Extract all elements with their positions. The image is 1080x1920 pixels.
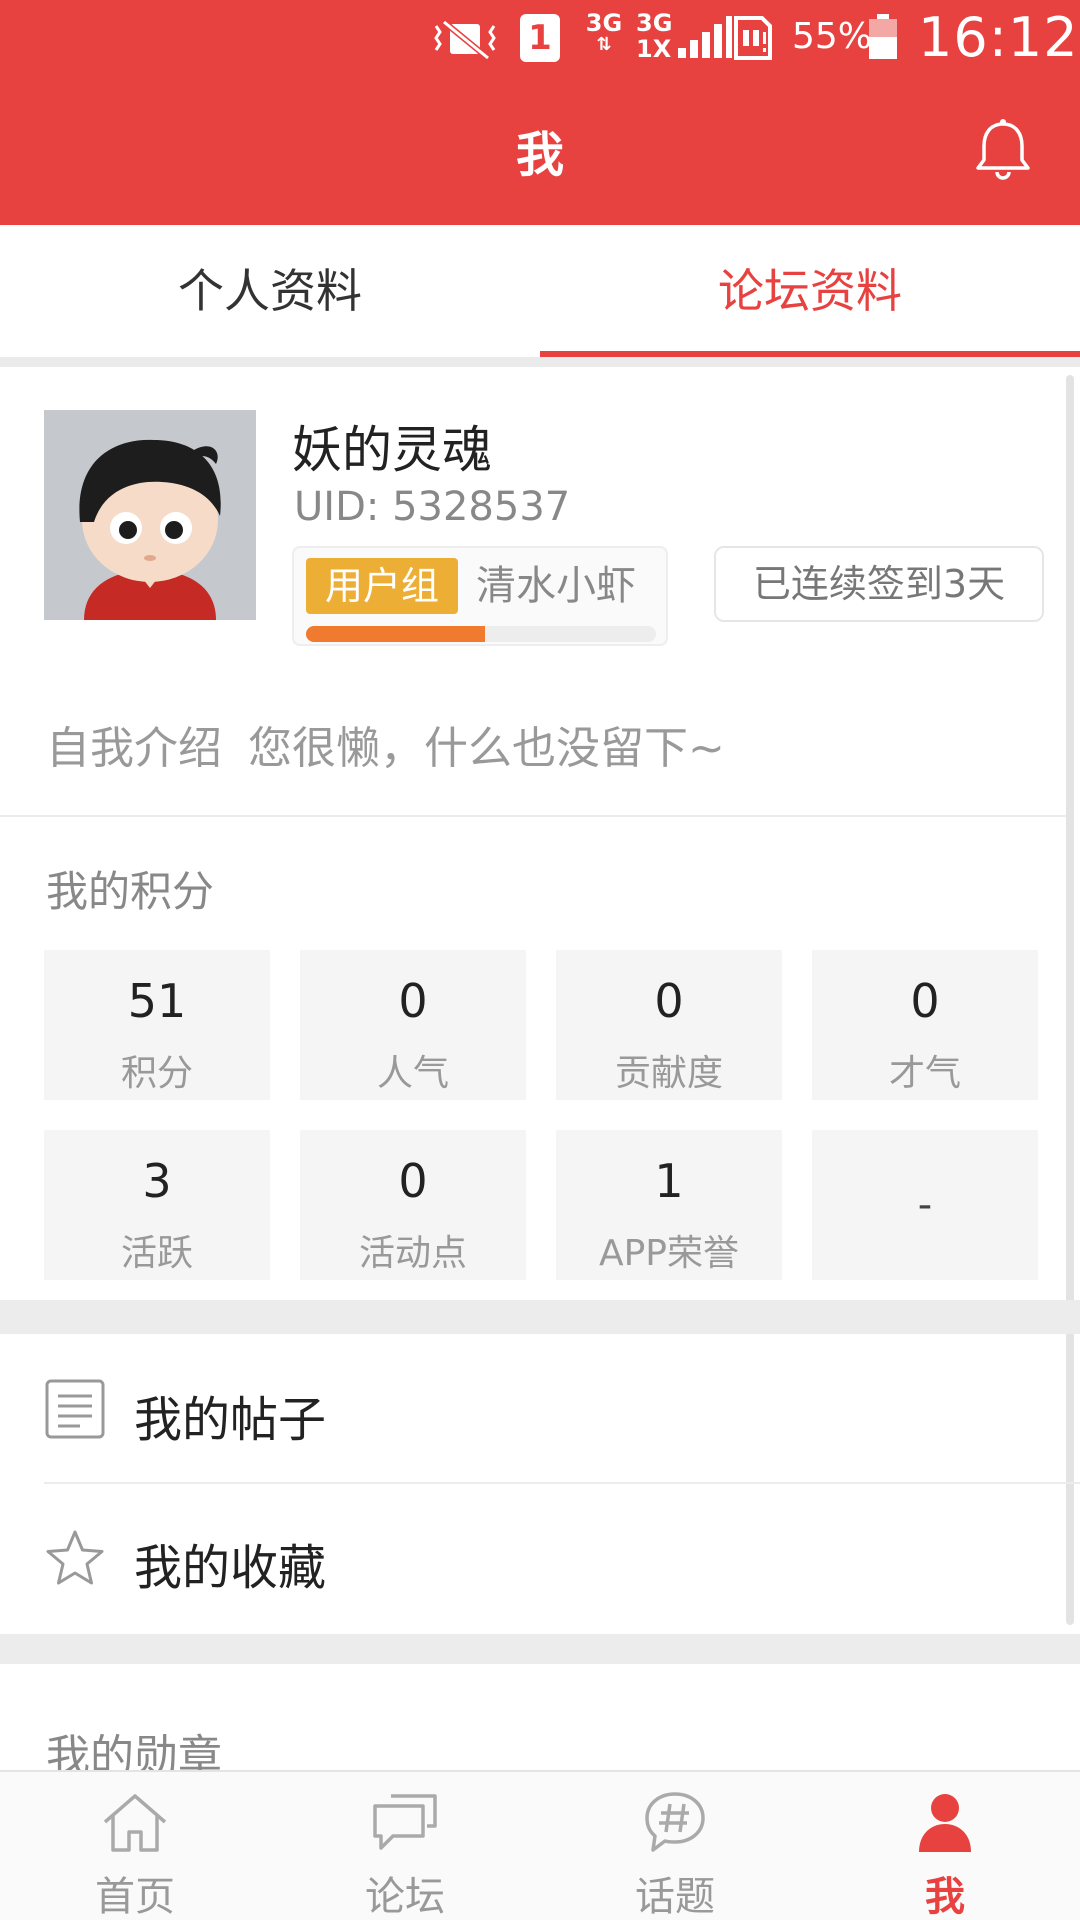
person-icon xyxy=(919,1794,971,1852)
points-cell-activity: 3 活跃 xyxy=(44,1130,270,1280)
avatar-illustration xyxy=(44,410,256,620)
nav-item-forum[interactable]: 论坛 xyxy=(270,1772,540,1920)
nav-label: 论坛 xyxy=(365,1874,445,1920)
points-cell-label: 才气 xyxy=(888,1053,961,1094)
points-cell-value: 0 xyxy=(910,974,940,1028)
scrollbar[interactable] xyxy=(1066,375,1074,1625)
divider xyxy=(0,815,1066,817)
username: 妖的灵魂 xyxy=(292,421,492,479)
clock: 16:12 xyxy=(918,6,1079,69)
network-label-2-bottom: 1X xyxy=(636,35,672,63)
data-arrows-icon: ⇅ xyxy=(596,34,612,55)
user-group-badge: 用户组 xyxy=(306,558,458,614)
app-bar: 1 3G ⇅ 3G 1X 55% 16:12 我 xyxy=(0,0,1080,225)
network-type-2: 3G 1X xyxy=(636,10,676,62)
points-cell-app-honor: 1 APP荣誉 xyxy=(556,1130,782,1280)
page-title: 我 xyxy=(515,127,564,183)
points-cell-contribution: 0 贡献度 xyxy=(556,950,782,1100)
signin-streak-button[interactable]: 已连续签到3天 xyxy=(714,546,1044,622)
points-cell-value: 3 xyxy=(142,1154,172,1208)
user-group-card: 用户组 清水小虾 xyxy=(292,546,668,646)
document-icon xyxy=(45,1379,105,1439)
points-cell-label: 活跃 xyxy=(120,1233,193,1274)
points-cell-value: 51 xyxy=(127,974,187,1028)
network-label-2-top: 3G xyxy=(636,9,673,37)
points-cell-label: APP荣誉 xyxy=(598,1233,740,1274)
menu-item-my-favorites[interactable]: 我的收藏 xyxy=(0,1484,1066,1634)
menu-label: 我的帖子 xyxy=(134,1392,327,1448)
self-intro-label: 自我介绍 xyxy=(46,723,222,774)
avatar[interactable] xyxy=(44,410,256,620)
profile-page: 1 3G ⇅ 3G 1X 55% 16:12 我 个人资料 论坛资料 妖的灵魂 … xyxy=(0,0,1080,1920)
chat-icon xyxy=(373,1794,437,1850)
signal-icon xyxy=(678,16,732,58)
network-type-1: 3G ⇅ xyxy=(580,10,628,54)
nav-label: 我 xyxy=(925,1874,965,1920)
points-cell-score: 51 积分 xyxy=(44,950,270,1100)
nav-item-me[interactable]: 我 xyxy=(810,1772,1080,1920)
points-cell-event-points: 0 活动点 xyxy=(300,1130,526,1280)
points-cell-value: 0 xyxy=(398,1154,428,1208)
menu-item-my-posts[interactable]: 我的帖子 xyxy=(0,1334,1066,1484)
menu-label: 我的收藏 xyxy=(134,1540,327,1596)
vibrate-mute-icon xyxy=(434,19,496,60)
sim-card-alert-icon xyxy=(734,16,772,60)
user-group-name: 清水小虾 xyxy=(476,563,636,609)
nav-item-topics[interactable]: 话题 xyxy=(540,1772,810,1920)
status-bar: 1 3G ⇅ 3G 1X 55% 16:12 xyxy=(0,0,1080,80)
points-cell-label: 活动点 xyxy=(358,1233,467,1274)
points-cell-value: - xyxy=(917,1182,933,1228)
user-id: UID: 5328537 xyxy=(294,484,571,530)
self-intro: 自我介绍 您很懒，什么也没留下~ xyxy=(46,712,725,776)
points-section-title: 我的积分 xyxy=(46,867,215,916)
points-cell-value: 0 xyxy=(654,974,684,1028)
level-progress-fill xyxy=(306,626,485,642)
points-cell-label: 人气 xyxy=(376,1053,449,1094)
section-gap xyxy=(0,1634,1080,1664)
tab-forum-info[interactable]: 论坛资料 xyxy=(540,225,1080,357)
battery-icon xyxy=(869,14,897,59)
network-label-1: 3G xyxy=(585,9,623,37)
star-icon xyxy=(46,1530,104,1585)
home-icon xyxy=(103,1794,167,1852)
section-gap xyxy=(0,357,1080,367)
points-cell-popularity: 0 人气 xyxy=(300,950,526,1100)
points-cell-talent: 0 才气 xyxy=(812,950,1038,1100)
points-cell-label: 贡献度 xyxy=(614,1053,723,1094)
points-cell-value: 0 xyxy=(398,974,428,1028)
points-cell-label: 积分 xyxy=(120,1053,193,1094)
section-gap xyxy=(0,1300,1080,1334)
points-cell-empty: - xyxy=(812,1130,1038,1280)
tab-bar: 个人资料 论坛资料 xyxy=(0,225,1080,357)
level-progress-bar xyxy=(306,626,656,642)
nav-label: 话题 xyxy=(635,1874,715,1920)
sim-slot-indicator: 1 xyxy=(520,14,560,62)
bottom-nav: 首页 论坛 话题 我 xyxy=(0,1770,1080,1920)
hashtag-icon xyxy=(645,1792,705,1852)
battery-percent: 55% xyxy=(792,16,873,57)
bell-icon[interactable] xyxy=(970,118,1036,184)
nav-label: 首页 xyxy=(95,1874,175,1920)
self-intro-value: 您很懒，什么也没留下~ xyxy=(248,723,725,774)
nav-item-home[interactable]: 首页 xyxy=(0,1772,270,1920)
points-cell-value: 1 xyxy=(654,1154,684,1208)
tab-personal-info[interactable]: 个人资料 xyxy=(0,225,540,357)
